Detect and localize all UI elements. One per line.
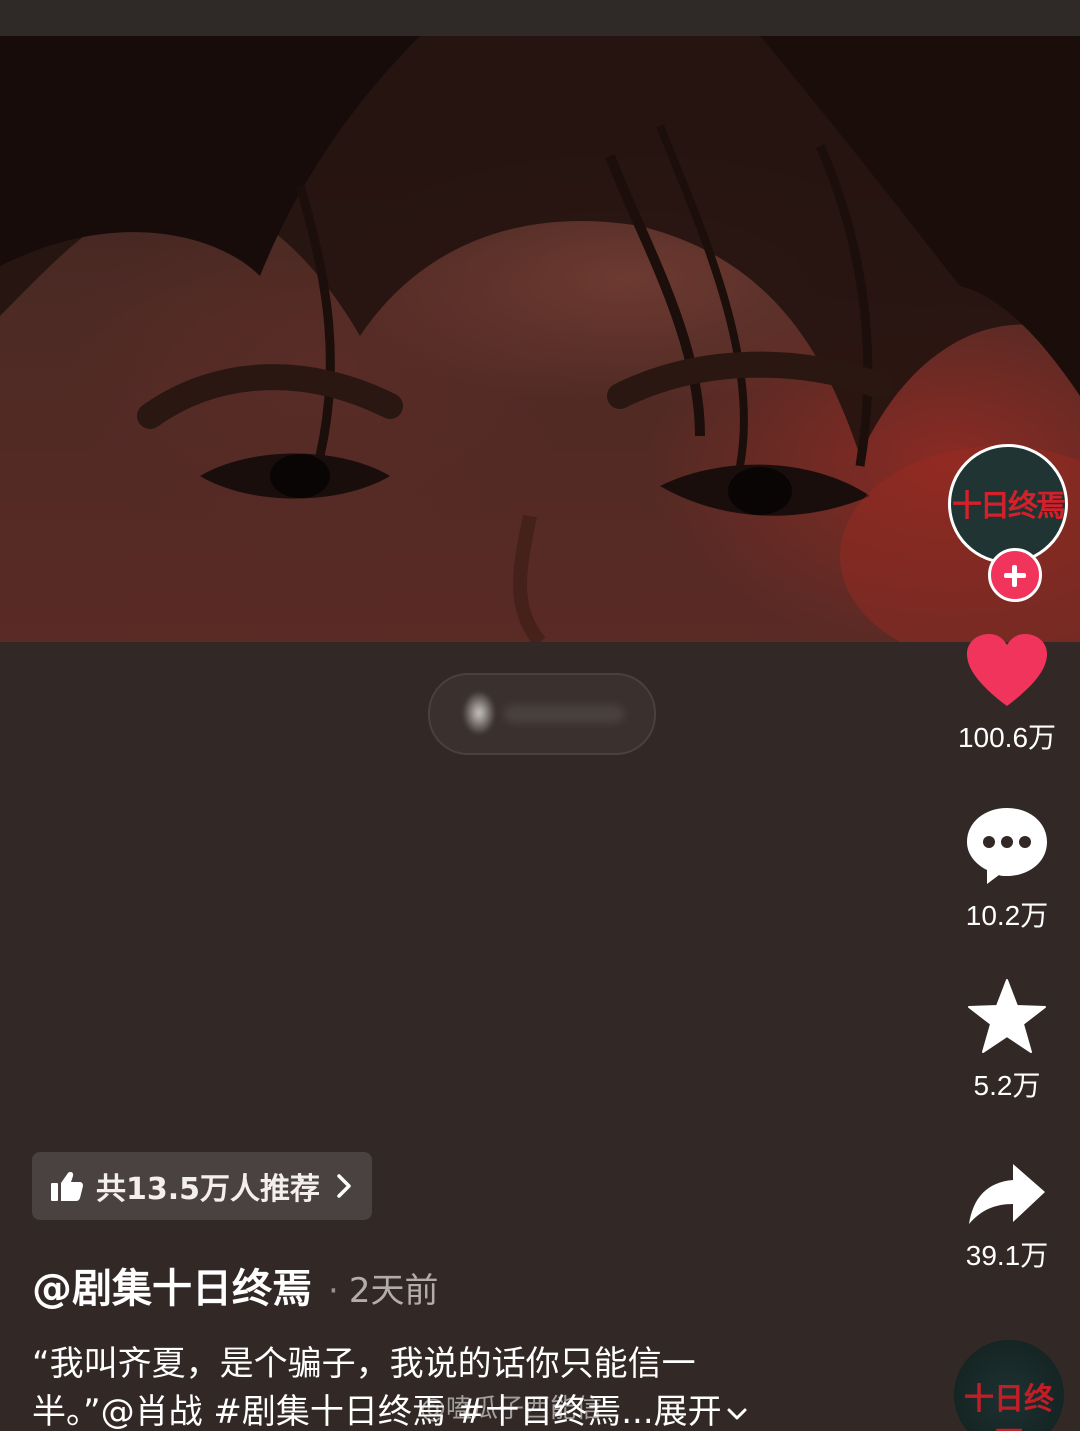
favorite-button[interactable]: 5.2万 [940, 978, 1074, 1104]
post-time: 2天前 [348, 1271, 439, 1311]
share-arrow-icon [969, 1164, 1045, 1224]
watermark: @嗑瓜子西能信 [420, 1394, 603, 1424]
author-avatar[interactable]: 十日终焉 [948, 444, 1068, 564]
follow-plus-icon[interactable] [988, 548, 1042, 602]
chevron-right-icon [337, 1174, 351, 1198]
like-count: 100.6万 [957, 722, 1057, 753]
video-feed-screen: 十日终焉 100.6万 10.2万 5.2万 39.1万 十日终 共13.5万人… [0, 0, 1080, 1431]
like-button[interactable]: 100.6万 [940, 632, 1074, 756]
comment-count: 10.2万 [965, 900, 1049, 931]
share-button[interactable]: 39.1万 [940, 1162, 1074, 1274]
chevron-down-icon[interactable] [726, 1407, 748, 1421]
recommend-chip[interactable]: 共13.5万人推荐 [32, 1152, 373, 1220]
status-bar [0, 0, 1080, 36]
author-name[interactable]: @剧集十日终焉 [32, 1256, 312, 1314]
share-count: 39.1万 [965, 1240, 1049, 1271]
star-icon [968, 979, 1046, 1053]
video-frame-art [0, 36, 1080, 642]
video-player[interactable] [0, 36, 1080, 642]
author-row: @剧集十日终焉 · 2天前 [32, 1256, 438, 1314]
paused-label [504, 705, 624, 723]
music-disc[interactable]: 十日终焉 [954, 1340, 1064, 1431]
paused-indicator[interactable] [428, 673, 656, 755]
comment-bubble-icon [967, 808, 1047, 884]
comment-button[interactable]: 10.2万 [940, 806, 1074, 934]
expand-link[interactable]: 展开 [654, 1392, 722, 1431]
thumbs-up-icon [51, 1172, 83, 1201]
avatar-logo: 十日终焉 [952, 489, 1065, 524]
paused-icon [464, 693, 494, 733]
caption-line-1: “我叫齐夏，是个骗子，我说的话你只能信一 [32, 1344, 696, 1384]
music-disc-logo: 十日终焉 [964, 1382, 1054, 1431]
separator-dot: · [328, 1271, 339, 1311]
heart-icon [967, 634, 1047, 706]
author-avatar-group: 十日终焉 [948, 444, 1068, 602]
recommend-label: 共13.5万人推荐 [96, 1172, 321, 1207]
favorite-count: 5.2万 [973, 1070, 1041, 1101]
